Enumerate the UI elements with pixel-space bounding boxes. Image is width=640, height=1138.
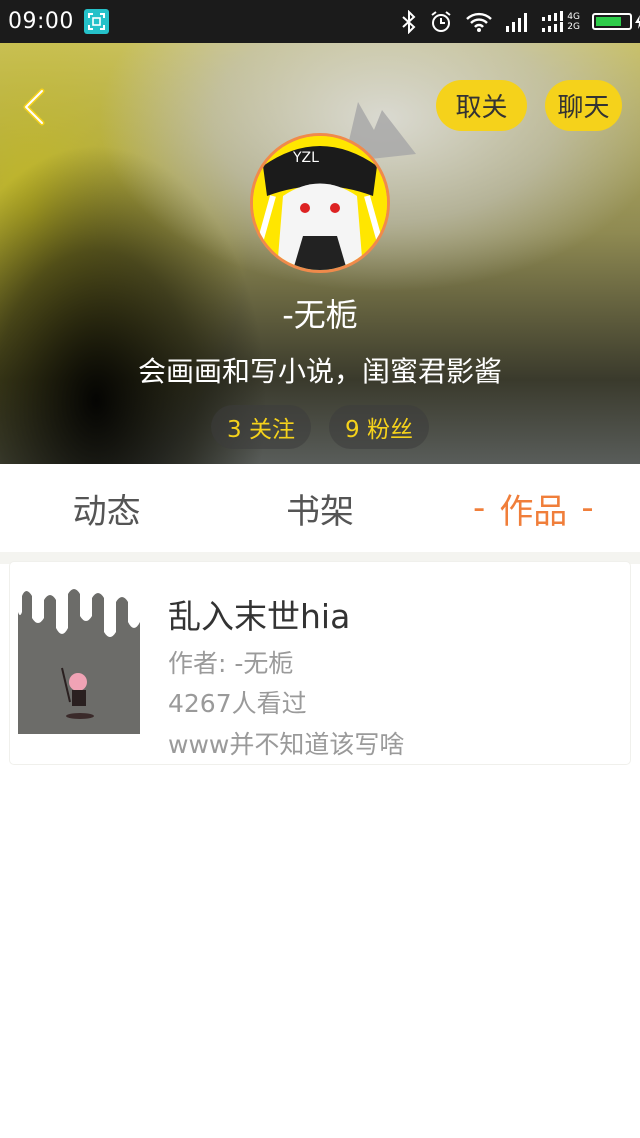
bio: 会画画和写小说，闺蜜君影酱	[137, 355, 502, 388]
following-count[interactable]: 3 关注	[211, 405, 311, 449]
status-bar: 09:00 4G 2G	[0, 0, 640, 43]
tab-label: 动态	[72, 491, 141, 532]
profile-tabs: 动态 书架 - 作品 -	[0, 464, 640, 552]
chat-button[interactable]: 聊天	[545, 80, 622, 131]
tab-label: 作品	[499, 491, 568, 532]
status-time: 09:00	[8, 9, 74, 34]
battery-icon	[592, 13, 640, 30]
tab-moments[interactable]: 动态	[0, 464, 213, 552]
network-label-2g: 2G	[567, 21, 580, 32]
nickname: -无栀	[282, 296, 358, 334]
network-label-4g: 4G	[567, 11, 580, 22]
tab-label: 书架	[285, 491, 354, 532]
tab-dash-left: -	[473, 488, 486, 528]
followers-count[interactable]: 9 粉丝	[329, 405, 429, 449]
chevron-left-icon	[23, 88, 45, 126]
work-description: www并不知道该写啥	[168, 730, 405, 759]
screenshot-icon	[83, 9, 109, 34]
tab-bookshelf[interactable]: 书架	[213, 464, 426, 552]
work-views: 4267人看过	[168, 689, 307, 718]
status-icons: 4G 2G	[401, 9, 640, 34]
back-button[interactable]	[16, 87, 56, 127]
alarm-icon	[431, 10, 451, 32]
wifi-icon	[466, 12, 493, 32]
work-title: 乱入末世hia	[168, 597, 351, 636]
svg-text:YZL: YZL	[292, 150, 319, 166]
tab-works[interactable]: - 作品 -	[427, 464, 640, 552]
tab-dash-right: -	[581, 488, 594, 528]
bluetooth-icon	[402, 9, 416, 34]
unfollow-button[interactable]: 取关	[436, 80, 527, 131]
work-author: 作者: -无栀	[168, 649, 294, 678]
profile-header: 取关 聊天 YZL -无栀 会画画和写小说，闺蜜君影酱 3 关注 9 粉丝	[0, 43, 640, 464]
signal-icon	[506, 12, 528, 32]
avatar[interactable]: YZL	[250, 133, 390, 273]
dual-signal-icon: 4G 2G	[541, 10, 580, 33]
work-card[interactable]: 乱入末世hia 作者: -无栀 4267人看过 www并不知道该写啥	[10, 562, 630, 764]
work-cover	[18, 572, 140, 734]
